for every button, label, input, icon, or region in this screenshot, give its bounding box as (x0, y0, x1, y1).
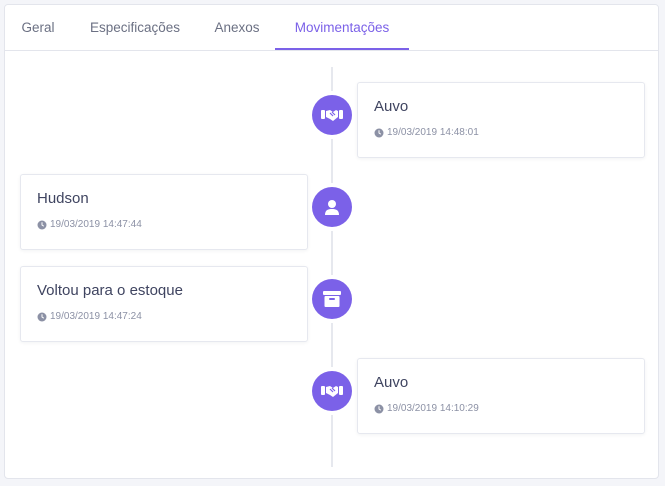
tab-anexos[interactable]: Anexos (199, 5, 275, 50)
tab-especificacoes[interactable]: Especificações (71, 5, 199, 50)
event-title: Hudson (37, 190, 89, 207)
event-title: Voltou para o estoque (37, 282, 183, 299)
event-time-text: 19/03/2019 14:47:44 (50, 219, 142, 230)
handshake-icon (312, 95, 352, 135)
tab-geral[interactable]: Geral (5, 5, 71, 50)
event-time-text: 19/03/2019 14:48:01 (387, 127, 479, 138)
tab-movimentacoes[interactable]: Movimentações (275, 5, 409, 50)
timeline-event-card[interactable]: Voltou para o estoque 19/03/2019 14:47:2… (20, 266, 308, 342)
timeline-event-card[interactable]: Auvo 19/03/2019 14:48:01 (357, 82, 645, 158)
event-title: Auvo (374, 374, 409, 391)
tab-bar: Geral Especificações Anexos Movimentaçõe… (5, 5, 658, 51)
clock-icon (37, 220, 47, 229)
timeline-event-card[interactable]: Hudson 19/03/2019 14:47:44 (20, 174, 308, 250)
archive-box-icon (312, 279, 352, 319)
clock-icon (374, 404, 384, 413)
event-title: Auvo (374, 98, 409, 115)
details-panel: Geral Especificações Anexos Movimentaçõe… (4, 4, 659, 479)
user-icon (312, 187, 352, 227)
handshake-icon (312, 371, 352, 411)
event-timestamp: 19/03/2019 14:47:24 (37, 311, 142, 322)
event-timestamp: 19/03/2019 14:48:01 (374, 127, 479, 138)
timeline-event-card[interactable]: Auvo 19/03/2019 14:10:29 (357, 358, 645, 434)
event-timestamp: 19/03/2019 14:47:44 (37, 219, 142, 230)
clock-icon (374, 128, 384, 137)
clock-icon (37, 312, 47, 321)
event-time-text: 19/03/2019 14:47:24 (50, 311, 142, 322)
event-time-text: 19/03/2019 14:10:29 (387, 403, 479, 414)
event-timestamp: 19/03/2019 14:10:29 (374, 403, 479, 414)
